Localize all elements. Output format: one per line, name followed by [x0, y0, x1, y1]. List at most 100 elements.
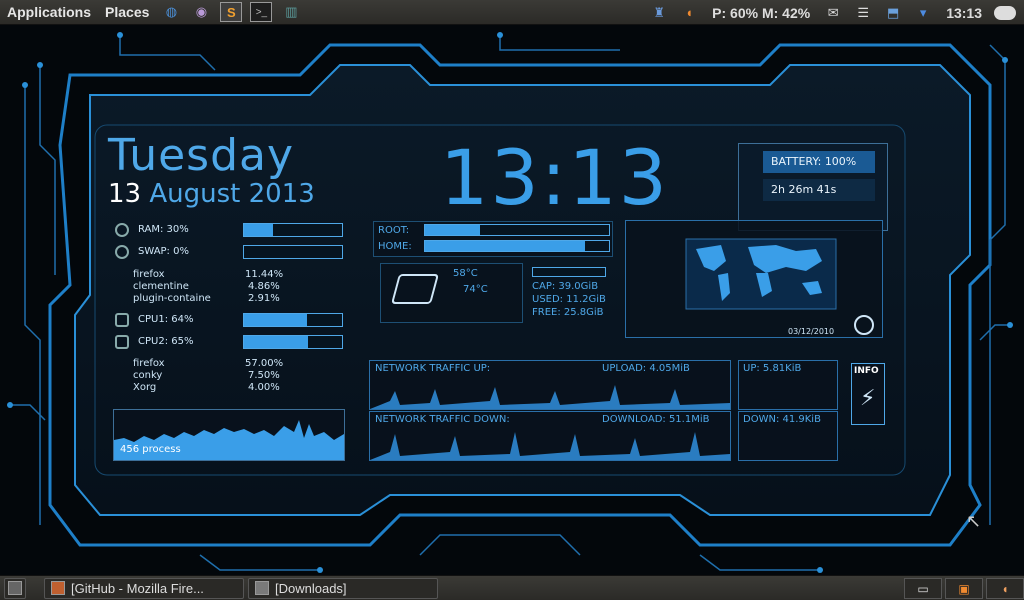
applications-menu[interactable]: Applications: [0, 4, 98, 20]
mouse-cursor-icon: ↖: [966, 511, 982, 532]
down-speed: DOWN: 41.9KiB: [743, 414, 821, 425]
browser-launcher-icon[interactable]: ◍: [160, 2, 182, 22]
process-value: 11.44%: [245, 269, 284, 280]
home-bar: [424, 240, 610, 252]
indicator-area: ♜ ◖ P: 60% M: 42% ✉ ☰ ⬒ ▾ 13:13: [644, 0, 1024, 25]
process-name: firefox: [133, 269, 165, 280]
battery-label: BATTERY: 100%: [763, 151, 875, 173]
battery-panel: BATTERY: 100% 2h 26m 41s: [738, 143, 888, 231]
process-value: 7.50%: [248, 370, 280, 381]
terminal-launcher-icon[interactable]: >_: [250, 2, 273, 22]
desktop: Tuesday 13 August 2013 13:13 BATTERY: 10…: [0, 25, 1024, 575]
top-panel: Applications Places ◍ ◉ S >_ ▥ ♜ ◖ P: 60…: [0, 0, 1024, 25]
workspace-2-button[interactable]: ▣: [945, 578, 983, 599]
network-up-panel: NETWORK TRAFFIC UP: UPLOAD: 4.05MiB: [369, 360, 731, 410]
world-map: [685, 238, 874, 335]
list-item: conky 7.50%: [115, 370, 295, 382]
places-menu[interactable]: Places: [98, 4, 156, 20]
used-label: USED: 11.2GiB: [532, 294, 606, 305]
workspace-1-button[interactable]: ▭: [904, 578, 942, 599]
list-item: firefox 57.00%: [115, 358, 295, 370]
cpu2-label: CPU2: 65%: [138, 336, 194, 347]
cpu-process-list: firefox 57.00% conky 7.50% Xorg 4.00%: [115, 358, 295, 394]
ram-bar: [243, 223, 343, 237]
hdd-icon: [390, 274, 440, 304]
system-load-indicator[interactable]: P: 60% M: 42%: [712, 5, 810, 21]
cpu1-bar: [243, 313, 343, 327]
media-player-launcher-icon[interactable]: ◉: [190, 2, 212, 22]
taskbar-item-label: [Downloads]: [275, 580, 347, 596]
files-launcher-icon[interactable]: ▥: [280, 2, 302, 22]
network-indicator-icon[interactable]: ⬒: [882, 3, 904, 23]
temp-1: 58°C: [453, 268, 478, 279]
process-name: Xorg: [133, 382, 157, 393]
swap-bar: [243, 245, 343, 259]
trash-button[interactable]: ◖: [986, 578, 1024, 599]
up-speed-panel: UP: 5.81KiB: [738, 360, 838, 410]
firefox-icon: [51, 581, 65, 595]
capacity-panel: CAP: 39.0GiB USED: 11.2GiB FREE: 25.8GiB: [530, 265, 612, 323]
root-bar-fill: [425, 225, 481, 235]
list-item: plugin-containe 2.91%: [115, 293, 295, 305]
up-speed: UP: 5.81KiB: [743, 363, 802, 374]
home-bar-fill: [425, 241, 586, 251]
desktop-icon: [8, 581, 22, 595]
bottom-panel: [GitHub - Mozilla Fire... [Downloads] ▭ …: [0, 575, 1024, 600]
taskbar-item-firefox[interactable]: [GitHub - Mozilla Fire...: [44, 577, 244, 599]
swap-icon: [115, 245, 129, 259]
taskbar-item-label: [GitHub - Mozilla Fire...: [71, 580, 204, 596]
process-value: 4.00%: [248, 382, 280, 393]
power-toggle-icon[interactable]: [994, 5, 1016, 20]
ram-label: RAM: 30%: [138, 224, 189, 235]
info-bolt-icon: ⚡: [860, 386, 876, 411]
root-bar: [424, 224, 610, 236]
ram-icon: [115, 223, 129, 237]
down-speed-panel: DOWN: 41.9KiB: [738, 411, 838, 461]
clock[interactable]: 13:13: [946, 5, 982, 21]
battery-time: 2h 26m 41s: [763, 179, 875, 201]
taskbar-item-downloads[interactable]: [Downloads]: [248, 577, 438, 599]
process-name: firefox: [133, 358, 165, 369]
workspace-switcher: ▭ ▣ ◖: [901, 578, 1024, 599]
folder-icon: [255, 581, 269, 595]
swap-label: SWAP: 0%: [138, 246, 189, 257]
capacity-bar: [532, 267, 606, 277]
cpu1-label: CPU1: 64%: [138, 314, 194, 325]
date-month-year: August 2013: [149, 179, 315, 209]
cpu2-bar-fill: [244, 336, 308, 348]
cpu1-icon: [115, 313, 129, 327]
network-down-graph: [370, 432, 730, 460]
info-label: INFO: [854, 366, 879, 376]
mem-process-list: firefox 11.44% clementine 4.86% plugin-con…: [115, 269, 295, 305]
process-name: clementine: [133, 281, 189, 292]
process-name: plugin-containe: [133, 293, 211, 304]
mail-icon[interactable]: ✉: [822, 3, 844, 23]
list-item: clementine 4.86%: [115, 281, 295, 293]
download-indicator-icon[interactable]: ▾: [912, 3, 934, 23]
date-day: 13: [108, 179, 142, 209]
free-label: FREE: 25.8GiB: [532, 307, 604, 318]
process-count: 456 process: [120, 444, 181, 455]
list-item: Xorg 4.00%: [115, 382, 295, 394]
info-panel: INFO ⚡: [851, 363, 885, 425]
notes-icon[interactable]: ☰: [852, 3, 874, 23]
sublime-launcher-icon[interactable]: S: [220, 2, 243, 22]
weekday-heading: Tuesday: [108, 130, 295, 181]
process-graph: 456 process: [113, 409, 345, 461]
cpu2-icon: [115, 335, 129, 349]
capacity-label: CAP: 39.0GiB: [532, 281, 599, 292]
list-item: firefox 11.44%: [115, 269, 295, 281]
network-down-panel: NETWORK TRAFFIC DOWN: DOWNLOAD: 51.1MiB: [369, 411, 731, 461]
home-label: HOME:: [378, 241, 412, 252]
show-desktop-button[interactable]: [4, 577, 26, 599]
root-label: ROOT:: [378, 225, 410, 236]
world-map-panel: 03/12/2010: [625, 220, 883, 338]
hdd-temp-panel: 58°C 74°C: [380, 263, 523, 323]
map-date: 03/12/2010: [788, 327, 835, 336]
cpu2-bar: [243, 335, 343, 349]
process-value: 4.86%: [248, 281, 280, 292]
disk-usage-panel: ROOT: HOME:: [373, 221, 613, 257]
process-name: conky: [133, 370, 163, 381]
weather-indicator-icon[interactable]: ◖: [678, 3, 700, 23]
update-indicator-icon[interactable]: ♜: [648, 3, 670, 23]
